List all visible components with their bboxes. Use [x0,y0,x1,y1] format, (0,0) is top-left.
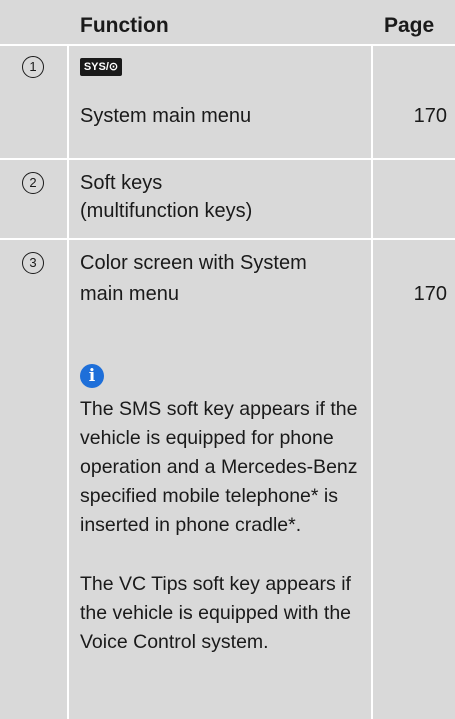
row-text: System main menu [80,105,252,127]
row-text: main menu [80,283,179,305]
info-icon: i [80,364,104,388]
row-text: Soft keys [80,172,163,194]
row-page: 170 [413,105,447,127]
row-divider [0,158,455,160]
table-header: Function Page [0,0,455,44]
sys-key-icon: SYS/⊙ [80,58,122,76]
callout-number: 3 [22,252,44,274]
note-vc-tips: The VC Tips soft key appears if the vehi… [80,573,352,653]
page-column [373,46,455,719]
function-table: Function Page 1 SYS/⊙ System main menu 1… [0,0,455,719]
callout-number: 2 [22,172,44,194]
number-column [0,46,67,719]
callout-number: 1 [22,56,44,78]
row-page: 170 [413,283,447,305]
row-divider [0,238,455,240]
header-page: Page [384,14,435,37]
row-text: Color screen with System [80,252,307,274]
row-divider [0,44,455,46]
row-text: (multifunction keys) [80,200,253,222]
header-function: Function [80,14,169,37]
note-sms: The SMS soft key appears if the vehicle … [80,398,358,536]
